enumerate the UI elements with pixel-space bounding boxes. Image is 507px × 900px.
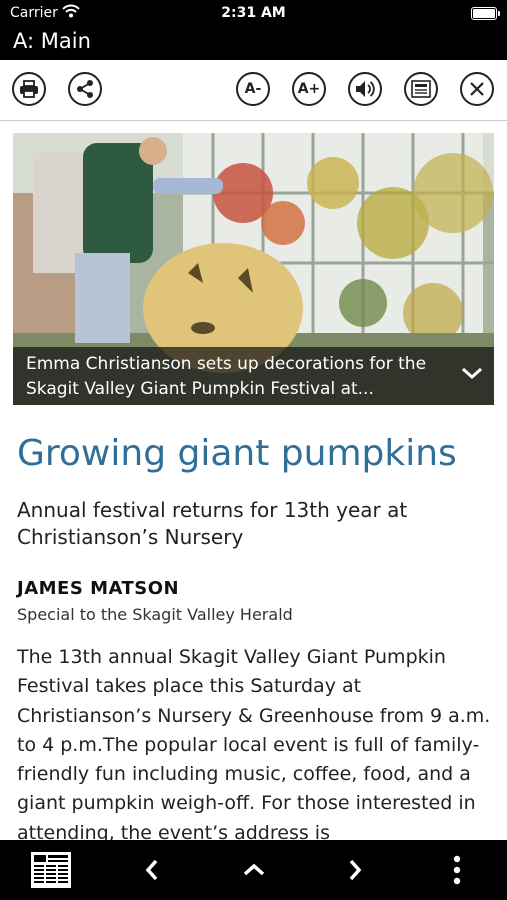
article-body-text: The 13th annual Skagit Valley Giant Pump… xyxy=(17,646,491,840)
article-body: The 13th annual Skagit Valley Giant Pump… xyxy=(17,643,491,840)
print-icon xyxy=(20,80,38,98)
author-affiliation: Special to the Skagit Valley Herald xyxy=(17,605,293,624)
clock: 2:31 AM xyxy=(221,5,286,21)
newspaper-icon xyxy=(411,80,431,98)
bottom-nav-bar xyxy=(0,840,507,900)
share-icon xyxy=(77,80,93,98)
chevron-right-icon xyxy=(349,859,362,881)
photo-caption[interactable]: Emma Christianson sets up decorations fo… xyxy=(13,347,494,405)
previous-article-button[interactable] xyxy=(132,840,172,900)
section-title: A: Main xyxy=(13,29,91,53)
listen-button[interactable] xyxy=(348,72,382,106)
section-title-bar: A: Main xyxy=(0,28,507,60)
article-toolbar: A- A+ xyxy=(0,60,507,121)
chevron-up-icon xyxy=(243,863,265,876)
font-smaller-button[interactable]: A- xyxy=(236,72,270,106)
more-vertical-icon xyxy=(453,855,461,885)
page-view-button[interactable] xyxy=(404,72,438,106)
chevron-down-icon[interactable] xyxy=(460,365,484,381)
article-headline: Growing giant pumpkins xyxy=(17,433,457,474)
print-button[interactable] xyxy=(12,72,46,106)
photo-caption-text: Emma Christianson sets up decorations fo… xyxy=(26,354,427,399)
pages-button[interactable] xyxy=(26,840,76,900)
status-bar: Carrier 2:31 AM xyxy=(0,0,507,28)
font-smaller-label: A- xyxy=(244,81,262,97)
share-button[interactable] xyxy=(68,72,102,106)
battery-icon xyxy=(471,7,500,20)
font-larger-button[interactable]: A+ xyxy=(292,72,326,106)
author-name: JAMES MATSON xyxy=(17,578,180,599)
article-photo[interactable]: Emma Christianson sets up decorations fo… xyxy=(13,133,494,405)
close-button[interactable] xyxy=(460,72,494,106)
scroll-top-button[interactable] xyxy=(233,840,275,900)
speaker-icon xyxy=(356,81,375,97)
chevron-left-icon xyxy=(145,859,158,881)
next-article-button[interactable] xyxy=(335,840,375,900)
newspaper-icon xyxy=(31,852,71,888)
article-subheadline: Annual festival returns for 13th year at… xyxy=(17,498,408,549)
more-options-button[interactable] xyxy=(440,840,474,900)
close-icon xyxy=(470,82,484,96)
font-larger-label: A+ xyxy=(297,81,321,97)
